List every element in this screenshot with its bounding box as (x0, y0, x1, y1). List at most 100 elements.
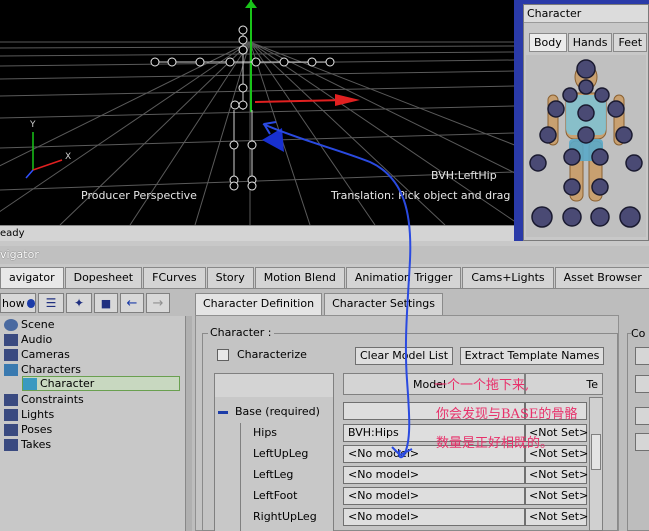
character-panel-tabs: Body Hands Feet (529, 33, 648, 52)
tab-fcurves[interactable]: FCurves (143, 267, 206, 288)
tree-label: Character (40, 377, 95, 390)
row-rightupleg-label: RightUpLeg (253, 510, 317, 523)
note-line-3: 数量是正好相既的。 (436, 436, 554, 451)
base-group-label: Base (required) (235, 405, 320, 418)
row-leftfoot-model[interactable]: <No model> (343, 487, 525, 505)
scene-tree: Scene Audio Cameras Characters Character… (0, 316, 186, 531)
tree-connector (240, 423, 241, 531)
row-leftleg-model[interactable]: <No model> (343, 466, 525, 484)
pose-icon (4, 423, 18, 436)
tree-label: Constraints (21, 393, 84, 406)
tree-item-characters[interactable]: Characters (4, 362, 81, 377)
note-line-2: 你会发现与BASE的骨骼 (436, 407, 578, 422)
tab-character-definition[interactable]: Character Definition (195, 293, 323, 315)
speaker-icon (4, 333, 18, 346)
back-button[interactable]: ← (120, 293, 144, 313)
row-rightupleg-model[interactable]: <No model> (343, 508, 525, 526)
camera-icon (4, 348, 18, 361)
row-leftleg-template[interactable]: <Not Set> (525, 466, 588, 484)
row-rightupleg-template[interactable]: <Not Set> (525, 508, 588, 526)
magic-wand-icon: ✦ (73, 296, 85, 310)
tab-body[interactable]: Body (529, 33, 567, 52)
axis-x-label: X (65, 152, 72, 162)
tree-label: Poses (21, 423, 53, 436)
body-figure[interactable] (526, 55, 646, 237)
row-leftupleg-label: LeftUpLeg (253, 447, 309, 460)
note-line-1: 一个一个拖下来, (434, 378, 530, 393)
tree-label: Characters (21, 363, 82, 376)
navigator-tabs: avigator Dopesheet FCurves Story Motion … (0, 267, 649, 288)
side-button[interactable] (635, 433, 649, 451)
tree-item-lights[interactable]: Lights (4, 407, 54, 422)
tree-item-scene[interactable]: Scene (4, 317, 55, 332)
tree-label: Lights (21, 408, 55, 421)
panel-splitter[interactable] (186, 316, 192, 531)
axis-y-label: Y (30, 120, 36, 130)
tab-asset-browser[interactable]: Asset Browser (554, 267, 649, 288)
arrow-right-icon: → (152, 295, 164, 311)
character-figure-icon (23, 377, 37, 390)
name-column-header (214, 373, 334, 397)
character-group-label: Character : (208, 326, 274, 339)
tree-item-takes[interactable]: Takes (4, 437, 51, 452)
tree-item-constraints[interactable]: Constraints (4, 392, 84, 407)
character-figure-icon (4, 363, 18, 376)
row-leftleg-label: LeftLeg (253, 468, 294, 481)
side-button[interactable] (635, 407, 649, 425)
tab-hands[interactable]: Hands (567, 33, 613, 52)
status-bar: eady (0, 225, 514, 241)
dot-icon (26, 298, 35, 308)
tree-toolbar: how ☰ ✦ ■ ← → (0, 292, 185, 314)
tab-motion-blend[interactable]: Motion Blend (254, 267, 345, 288)
tab-navigator[interactable]: avigator (0, 267, 64, 288)
tab-feet[interactable]: Feet (613, 33, 648, 52)
side-button[interactable] (635, 347, 649, 365)
tab-cams-lights[interactable]: Cams+Lights (462, 267, 554, 288)
scene-icon (4, 318, 18, 331)
row-leftfoot-label: LeftFoot (253, 489, 298, 502)
tree-item-poses[interactable]: Poses (4, 422, 52, 437)
show-dropdown[interactable]: how (0, 293, 36, 313)
lock-button[interactable]: ■ (94, 293, 118, 313)
tree-item-cameras[interactable]: Cameras (4, 347, 70, 362)
selected-bone-label: BVH:LeftHip (431, 169, 497, 182)
scrollbar-thumb[interactable] (591, 434, 601, 470)
characterize-label: Characterize (237, 348, 307, 361)
camera-label: Producer Perspective (81, 189, 197, 202)
character-panel-title: Character (524, 5, 648, 23)
list-view-button[interactable]: ☰ (38, 293, 64, 313)
character-sub-tabs: Character Definition Character Settings (195, 293, 445, 315)
light-icon (4, 408, 18, 421)
tool-hint: Translation: Pick object and drag (331, 189, 511, 202)
side-group-label: Co (631, 327, 649, 340)
takes-icon (4, 438, 18, 451)
tab-dopesheet[interactable]: Dopesheet (64, 267, 143, 288)
tree-item-character[interactable]: Character (22, 376, 180, 391)
constraint-icon (4, 393, 18, 406)
character-panel: Character Body Hands Feet (523, 4, 649, 241)
tab-story[interactable]: Story (206, 267, 254, 288)
extract-template-names-button[interactable]: Extract Template Names (460, 347, 604, 365)
collapse-icon[interactable] (218, 411, 228, 414)
tree-label: Audio (21, 333, 53, 346)
tab-character-settings[interactable]: Character Settings (324, 293, 443, 315)
row-hips-label: Hips (253, 426, 278, 439)
template-column-header: Te (525, 373, 603, 395)
navigator-title: vigator (0, 248, 39, 261)
wand-button[interactable]: ✦ (66, 293, 92, 313)
characterize-checkbox[interactable] (217, 349, 229, 361)
3d-viewport[interactable]: Y X Producer Perspective BVH:LeftHip Tra… (0, 0, 514, 225)
tab-animation-trigger[interactable]: Animation Trigger (345, 267, 462, 288)
list-icon: ☰ (45, 296, 57, 310)
tree-label: Cameras (21, 348, 70, 361)
side-button[interactable] (635, 375, 649, 393)
tree-item-audio[interactable]: Audio (4, 332, 52, 347)
forward-button[interactable]: → (146, 293, 170, 313)
table-scrollbar[interactable] (589, 397, 603, 531)
row-leftfoot-template[interactable]: <Not Set> (525, 487, 588, 505)
body-figure-icon (529, 59, 643, 228)
clear-model-list-button[interactable]: Clear Model List (355, 347, 453, 365)
show-label: how (2, 296, 25, 310)
arrow-left-icon: ← (126, 295, 138, 311)
lock-icon: ■ (100, 296, 112, 310)
